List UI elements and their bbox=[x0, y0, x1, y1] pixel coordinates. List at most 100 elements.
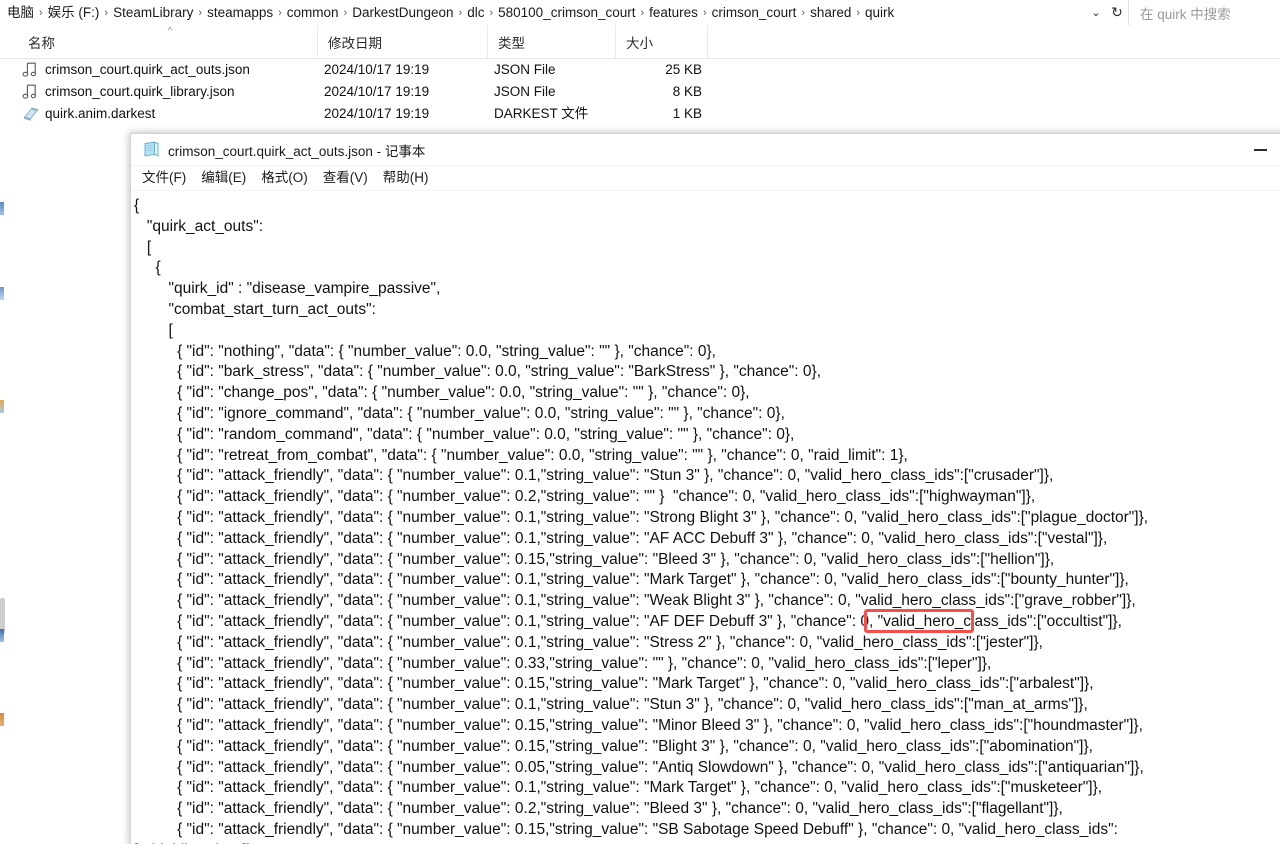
file-date: 2024/10/17 19:19 bbox=[324, 106, 430, 121]
text-line: { "id": "attack_friendly", "data": { "nu… bbox=[134, 716, 1143, 734]
file-name: quirk.anim.darkest bbox=[45, 106, 156, 121]
refresh-icon[interactable]: ↻ bbox=[1106, 0, 1128, 25]
minimize-icon bbox=[1253, 149, 1267, 151]
file-size: 1 KB bbox=[672, 106, 702, 121]
text-line: { "id": "attack_friendly", "data": { "nu… bbox=[134, 529, 1108, 547]
breadcrumb-item-2[interactable]: SteamLibrary bbox=[110, 4, 196, 22]
search-input[interactable]: 在 quirk 中搜索 bbox=[1128, 0, 1280, 25]
breadcrumb-item-9[interactable]: crimson_court bbox=[709, 4, 800, 22]
column-header-type[interactable]: 类型 bbox=[488, 25, 616, 58]
edge-artifact-icon bbox=[0, 202, 4, 215]
text-line: { "id": "attack_friendly", "data": { "nu… bbox=[134, 508, 1149, 526]
breadcrumb-item-3[interactable]: steamapps bbox=[204, 4, 276, 22]
minimize-button[interactable] bbox=[1248, 141, 1272, 159]
breadcrumb-separator-icon[interactable]: › bbox=[102, 5, 110, 21]
screen: 电脑 › 娱乐 (F:) › SteamLibrary › steamapps › common… bbox=[0, 0, 1280, 844]
breadcrumb-separator-icon[interactable]: › bbox=[342, 5, 350, 21]
breadcrumb-item-7[interactable]: 580100_crimson_court bbox=[495, 4, 638, 22]
text-line: { "id": "change_pos", "data": { "number_… bbox=[134, 384, 750, 402]
text-line: { "id": "attack_friendly", "data": { "nu… bbox=[134, 800, 1063, 818]
notepad-titlebar[interactable]: crimson_court.quirk_act_outs.json - 记事本 bbox=[131, 134, 1280, 166]
text-line: { "id": "attack_friendly", "data": { "nu… bbox=[134, 820, 1118, 838]
notepad-icon bbox=[143, 141, 160, 158]
breadcrumb-separator-icon[interactable]: › bbox=[457, 5, 465, 21]
text-line: { "id": "attack_friendly", "data": { "nu… bbox=[134, 571, 1129, 589]
text-line: { "id": "ignore_command", "data": { "num… bbox=[134, 404, 785, 422]
notepad-menu-3[interactable]: 查看(V) bbox=[323, 167, 377, 189]
breadcrumb-item-1[interactable]: 娱乐 (F:) bbox=[45, 4, 103, 22]
text-line: "combat_start_turn_act_outs": bbox=[134, 300, 376, 318]
breadcrumb-item-4[interactable]: common bbox=[284, 4, 342, 22]
json-file-icon bbox=[22, 61, 40, 79]
text-line: { "id": "attack_friendly", "data": { "nu… bbox=[134, 675, 1094, 693]
text-line: { "id": "nothing", "data": { "number_val… bbox=[134, 342, 716, 360]
breadcrumb-separator-icon[interactable]: › bbox=[487, 5, 495, 21]
edge-artifact-icon bbox=[0, 287, 4, 300]
breadcrumb-item-5[interactable]: DarkestDungeon bbox=[349, 4, 456, 22]
notepad-window: crimson_court.quirk_act_outs.json - 记事本 … bbox=[130, 133, 1280, 844]
breadcrumb-item-6[interactable]: dlc bbox=[464, 4, 487, 22]
text-line: { "id": "attack_friendly", "data": { "nu… bbox=[134, 737, 1093, 755]
darkest-file-icon bbox=[22, 105, 40, 123]
notepad-menu-4[interactable]: 帮助(H) bbox=[383, 167, 438, 189]
text-line: { bbox=[134, 197, 140, 214]
breadcrumb-separator-icon[interactable]: › bbox=[276, 5, 284, 21]
breadcrumb-separator-icon[interactable]: › bbox=[638, 5, 646, 21]
text-line: { bbox=[134, 259, 161, 277]
breadcrumb-item-11[interactable]: quirk bbox=[862, 4, 897, 22]
edge-artifact-icon bbox=[0, 400, 4, 413]
column-header-row: 名称 修改日期 类型 大小 ^ bbox=[0, 25, 1280, 59]
chevron-down-icon[interactable]: ⌄ bbox=[1086, 0, 1106, 25]
notepad-menu-1[interactable]: 编辑(E) bbox=[201, 167, 255, 189]
file-row[interactable]: quirk.anim.darkest 2024/10/17 19:19 DARKES… bbox=[0, 103, 1280, 125]
edge-artifact-icon bbox=[0, 713, 4, 726]
breadcrumb[interactable]: 电脑 › 娱乐 (F:) › SteamLibrary › steamapps › common… bbox=[0, 0, 1086, 25]
text-line: [ bbox=[134, 238, 152, 256]
text-line: { "id": "attack_friendly", "data": { "nu… bbox=[134, 467, 1054, 485]
breadcrumb-separator-icon[interactable]: › bbox=[799, 5, 807, 21]
column-header-size[interactable]: 大小 bbox=[616, 25, 708, 58]
column-header-date[interactable]: 修改日期 bbox=[318, 25, 488, 58]
json-file-icon bbox=[22, 83, 40, 101]
breadcrumb-separator-icon[interactable]: › bbox=[854, 5, 862, 21]
text-line: { "id": "attack_friendly", "data": { "nu… bbox=[134, 592, 1136, 610]
breadcrumb-separator-icon[interactable]: › bbox=[37, 5, 45, 21]
file-size: 8 KB bbox=[672, 84, 702, 99]
text-line: [ bbox=[134, 321, 173, 339]
notepad-menu-2[interactable]: 格式(O) bbox=[261, 167, 317, 189]
breadcrumb-item-8[interactable]: features bbox=[646, 4, 701, 22]
breadcrumb-item-10[interactable]: shared bbox=[807, 4, 854, 22]
text-line: { "id": "attack_friendly", "data": { "nu… bbox=[134, 758, 1144, 776]
notepad-text-area[interactable]: { "quirk_act_outs": [ { "quirk_id" : "di… bbox=[131, 191, 1280, 844]
file-type: JSON File bbox=[494, 62, 556, 77]
text-line: { "id": "bark_stress", "data": { "number… bbox=[134, 363, 822, 381]
file-row[interactable]: crimson_court.quirk_act_outs.json 2024/10… bbox=[0, 59, 1280, 81]
notepad-title: crimson_court.quirk_act_outs.json - 记事本 bbox=[168, 143, 426, 159]
file-name: crimson_court.quirk_library.json bbox=[45, 84, 235, 99]
notepad-menubar[interactable]: 文件(F) 编辑(E) 格式(O) 查看(V) 帮助(H) bbox=[131, 166, 1280, 191]
file-date: 2024/10/17 19:19 bbox=[324, 84, 430, 99]
text-line: "quirk_act_outs": bbox=[134, 217, 264, 235]
file-row[interactable]: crimson_court.quirk_library.json 2024/10/… bbox=[0, 81, 1280, 103]
notepad-menu-0[interactable]: 文件(F) bbox=[142, 167, 195, 189]
text-line: { "id": "attack_friendly", "data": { "nu… bbox=[134, 633, 1043, 651]
file-name: crimson_court.quirk_act_outs.json bbox=[45, 62, 250, 77]
text-line: { "id": "attack_friendly", "data": { "nu… bbox=[134, 488, 1036, 506]
address-bar[interactable]: 电脑 › 娱乐 (F:) › SteamLibrary › steamapps › common… bbox=[0, 0, 1280, 26]
breadcrumb-separator-icon[interactable]: › bbox=[196, 5, 204, 21]
edge-artifact-icon bbox=[0, 629, 4, 642]
search-placeholder: 在 quirk 中搜索 bbox=[1140, 6, 1231, 22]
text-line: { "id": "attack_friendly", "data": { "nu… bbox=[134, 779, 1103, 797]
breadcrumb-item-0[interactable]: 电脑 bbox=[4, 4, 37, 22]
text-line: { "id": "attack_friendly", "data": { "nu… bbox=[134, 550, 1055, 568]
sort-ascending-icon: ^ bbox=[167, 26, 173, 37]
breadcrumb-separator-icon[interactable]: › bbox=[701, 5, 709, 21]
file-size: 25 KB bbox=[665, 62, 702, 77]
text-line: { "id": "attack_friendly", "data": { "nu… bbox=[134, 654, 992, 672]
file-type: JSON File bbox=[494, 84, 556, 99]
file-type: DARKEST 文件 bbox=[494, 106, 589, 121]
text-line: { "id": "attack_friendly", "data": { "nu… bbox=[134, 696, 1088, 714]
text-line: "quirk_id" : "disease_vampire_passive", bbox=[134, 280, 441, 298]
file-list[interactable]: crimson_court.quirk_act_outs.json 2024/10… bbox=[0, 59, 1280, 125]
text-line: { "id": "attack_friendly", "data": { "nu… bbox=[134, 612, 1122, 630]
